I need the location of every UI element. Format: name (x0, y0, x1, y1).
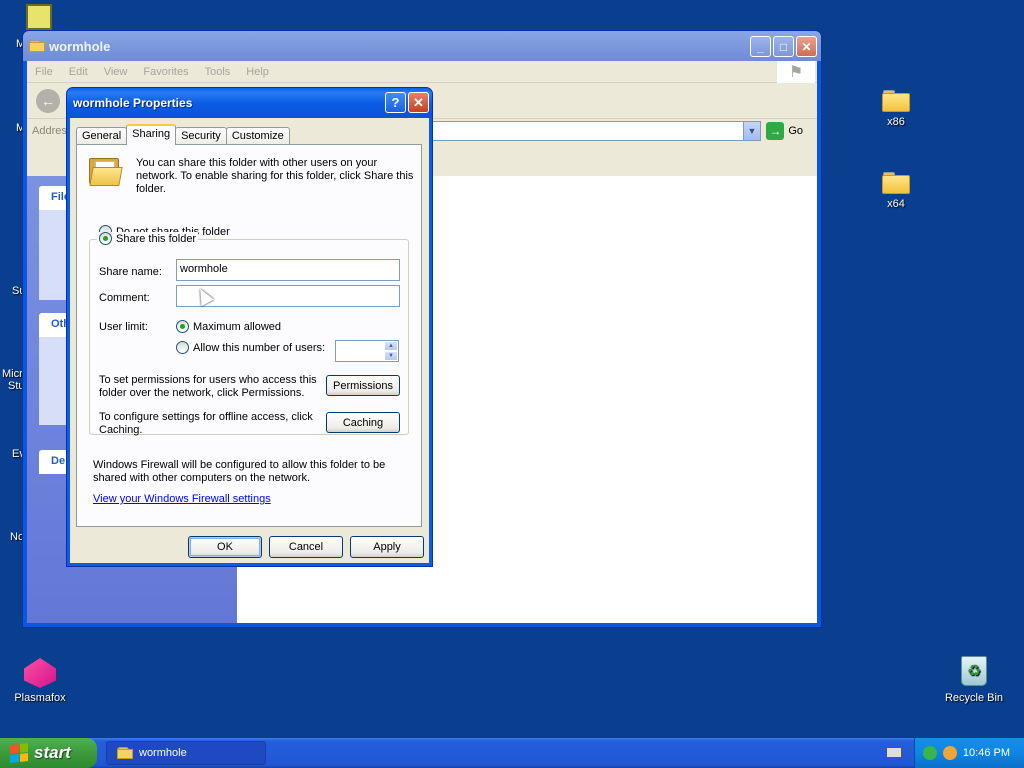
desktop-icon-label: x86 (887, 116, 905, 128)
folder-icon (882, 172, 910, 194)
user-count-stepper[interactable]: ▲ ▼ (335, 340, 399, 362)
explorer-title: wormhole (49, 39, 111, 54)
caching-button[interactable]: Caching (326, 412, 400, 433)
recycle-bin-icon: ♻ (961, 656, 987, 686)
comment-label: Comment: (99, 292, 150, 304)
desktop-icon-label: x64 (887, 198, 905, 210)
go-label: Go (788, 125, 803, 137)
share-name-label: Share name: (99, 266, 162, 278)
scheduled-task-icon[interactable] (26, 4, 52, 30)
shared-folder-icon (89, 158, 123, 186)
close-button[interactable]: ✕ (796, 36, 817, 57)
windows-logo-icon (10, 743, 28, 763)
menu-tools[interactable]: Tools (205, 66, 231, 78)
tab-customize[interactable]: Customize (225, 127, 290, 145)
desktop-icon-label: Recycle Bin (944, 692, 1004, 704)
maximum-allowed-option[interactable]: Maximum allowed (176, 320, 281, 333)
tab-general[interactable]: General (76, 127, 128, 145)
user-limit-label: User limit: (99, 321, 148, 333)
properties-dialog[interactable]: wormhole Properties ? ✕ General Sharing … (66, 87, 433, 567)
ok-button[interactable]: OK (188, 536, 262, 558)
taskbar-item-label: wormhole (139, 747, 187, 759)
allow-number-radio[interactable] (176, 341, 189, 354)
network-icon[interactable] (922, 746, 937, 760)
help-button[interactable]: ? (385, 92, 406, 113)
minimize-button[interactable]: _ (750, 36, 771, 57)
back-arrow-icon[interactable]: ← (36, 89, 60, 113)
share-name-input[interactable]: wormhole (176, 259, 400, 281)
firewall-text: Windows Firewall will be configured to a… (93, 459, 386, 484)
menu-edit[interactable]: Edit (69, 66, 88, 78)
tab-security[interactable]: Security (175, 127, 227, 145)
desktop-icon-x86[interactable]: x86 (856, 84, 936, 128)
menu-help[interactable]: Help (246, 66, 269, 78)
windows-flag-icon: ⚑ (777, 61, 815, 83)
dialog-title: wormhole Properties (73, 96, 193, 110)
allow-number-label: Allow this number of users: (193, 341, 326, 354)
taskbar-item-wormhole[interactable]: wormhole (106, 741, 266, 765)
menu-view[interactable]: View (104, 66, 128, 78)
chevron-down-icon[interactable]: ▼ (384, 351, 398, 361)
share-this-label: Share this folder (116, 232, 197, 245)
menu-favorites[interactable]: Favorites (143, 66, 188, 78)
share-this-radio[interactable] (99, 232, 112, 245)
maximum-allowed-label: Maximum allowed (193, 320, 282, 333)
maximum-allowed-radio[interactable] (176, 320, 189, 333)
start-button[interactable]: start (0, 738, 97, 768)
taskbar: start wormhole 10:46 PM (0, 738, 1024, 768)
maximize-button[interactable]: □ (773, 36, 794, 57)
tab-strip: General Sharing Security Customize (76, 124, 290, 145)
sharing-intro-text: You can share this folder with other use… (136, 157, 414, 195)
desktop-icon-recycle-bin[interactable]: ♻ Recycle Bin (934, 656, 1014, 704)
folder-icon (29, 40, 45, 52)
keyboard-icon[interactable] (886, 747, 902, 758)
permissions-text: To set permissions for users who access … (99, 374, 317, 399)
start-label: start (34, 743, 71, 762)
menubar: File Edit View Favorites Tools Help ⚑ (27, 61, 817, 83)
explorer-titlebar[interactable]: wormhole _ □ ✕ (23, 31, 821, 61)
desktop-icon-plasmafox[interactable]: Plasmafox (0, 658, 80, 704)
menu-file[interactable]: File (35, 66, 53, 78)
chevron-down-icon[interactable]: ▼ (743, 122, 760, 140)
desktop-icon-x64[interactable]: x64 (856, 166, 936, 210)
folder-icon (117, 747, 133, 759)
share-groupbox: Share this folder Share name: wormhole C… (89, 232, 409, 436)
tab-sharing[interactable]: Sharing (126, 124, 177, 145)
chevron-up-icon[interactable]: ▲ (384, 341, 398, 351)
folder-icon (882, 90, 910, 112)
cancel-button[interactable]: Cancel (269, 536, 343, 558)
clock[interactable]: 10:46 PM (963, 747, 1010, 759)
sharing-panel: You can share this folder with other use… (76, 144, 422, 527)
apply-button[interactable]: Apply (350, 536, 424, 558)
go-button[interactable]: → Go (766, 122, 803, 140)
permissions-button[interactable]: Permissions (326, 375, 400, 396)
close-button[interactable]: ✕ (408, 92, 429, 113)
dialog-titlebar[interactable]: wormhole Properties ? ✕ (67, 88, 432, 118)
share-this-option[interactable]: Share this folder (97, 232, 199, 245)
firewall-settings-link[interactable]: View your Windows Firewall settings (93, 493, 271, 505)
search-icon[interactable] (942, 746, 957, 760)
plasmafox-icon (24, 658, 56, 688)
desktop-icon-label: Plasmafox (14, 692, 66, 704)
allow-number-option[interactable]: Allow this number of users: (176, 341, 325, 354)
system-tray: 10:46 PM (914, 738, 1024, 768)
go-arrow-icon: → (766, 122, 785, 140)
caching-text: To configure settings for offline access… (99, 411, 313, 436)
